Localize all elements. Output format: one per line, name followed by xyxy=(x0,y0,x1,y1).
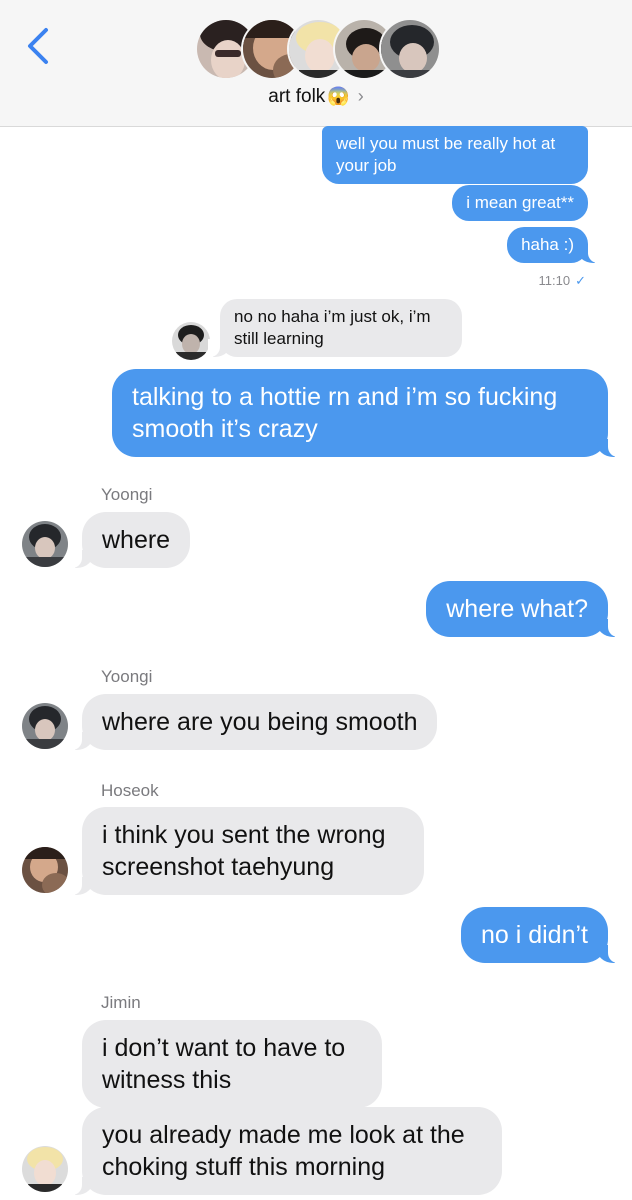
outgoing-message[interactable]: haha :) xyxy=(507,227,600,263)
group-title[interactable]: art folk 😱 › xyxy=(0,86,632,108)
sender-name: Yoongi xyxy=(101,667,153,686)
avatar[interactable] xyxy=(22,521,68,567)
incoming-message[interactable]: you already made me look at the choking … xyxy=(70,1107,502,1195)
message-timestamp: 11:10 ✓ xyxy=(538,273,586,288)
incoming-message[interactable]: i don’t want to have to witness this xyxy=(82,1020,382,1108)
group-emoji: 😱 xyxy=(327,86,350,106)
avatar[interactable] xyxy=(172,322,210,360)
outgoing-message[interactable]: talking to a hottie rn and i’m so fuckin… xyxy=(112,369,620,457)
incoming-message[interactable]: no no haha i’m just ok, i’m still learni… xyxy=(208,299,462,357)
outgoing-message[interactable]: well you must be really hot at your job xyxy=(322,126,588,184)
incoming-message[interactable]: where are you being smooth xyxy=(69,694,438,750)
avatar xyxy=(379,18,441,80)
incoming-message[interactable]: i think you sent the wrong screenshot ta… xyxy=(70,807,424,895)
group-avatars[interactable] xyxy=(195,18,441,84)
incoming-message[interactable]: where xyxy=(69,512,191,568)
chat-header: art folk 😱 › xyxy=(0,0,632,127)
group-name: art folk xyxy=(268,86,326,107)
sender-name: Jimin xyxy=(101,993,141,1012)
chevron-right-icon: › xyxy=(357,86,364,106)
outgoing-message[interactable]: i mean great** xyxy=(452,185,588,221)
read-check-icon: ✓ xyxy=(575,273,586,288)
chevron-left-icon[interactable] xyxy=(22,26,56,66)
sender-name: Hoseok xyxy=(101,781,159,800)
avatar[interactable] xyxy=(22,1146,68,1192)
avatar[interactable] xyxy=(22,703,68,749)
outgoing-message[interactable]: no i didn’t xyxy=(460,907,621,963)
sender-name: Yoongi xyxy=(101,485,153,504)
outgoing-message[interactable]: where what? xyxy=(426,581,620,637)
avatar[interactable] xyxy=(22,847,68,893)
